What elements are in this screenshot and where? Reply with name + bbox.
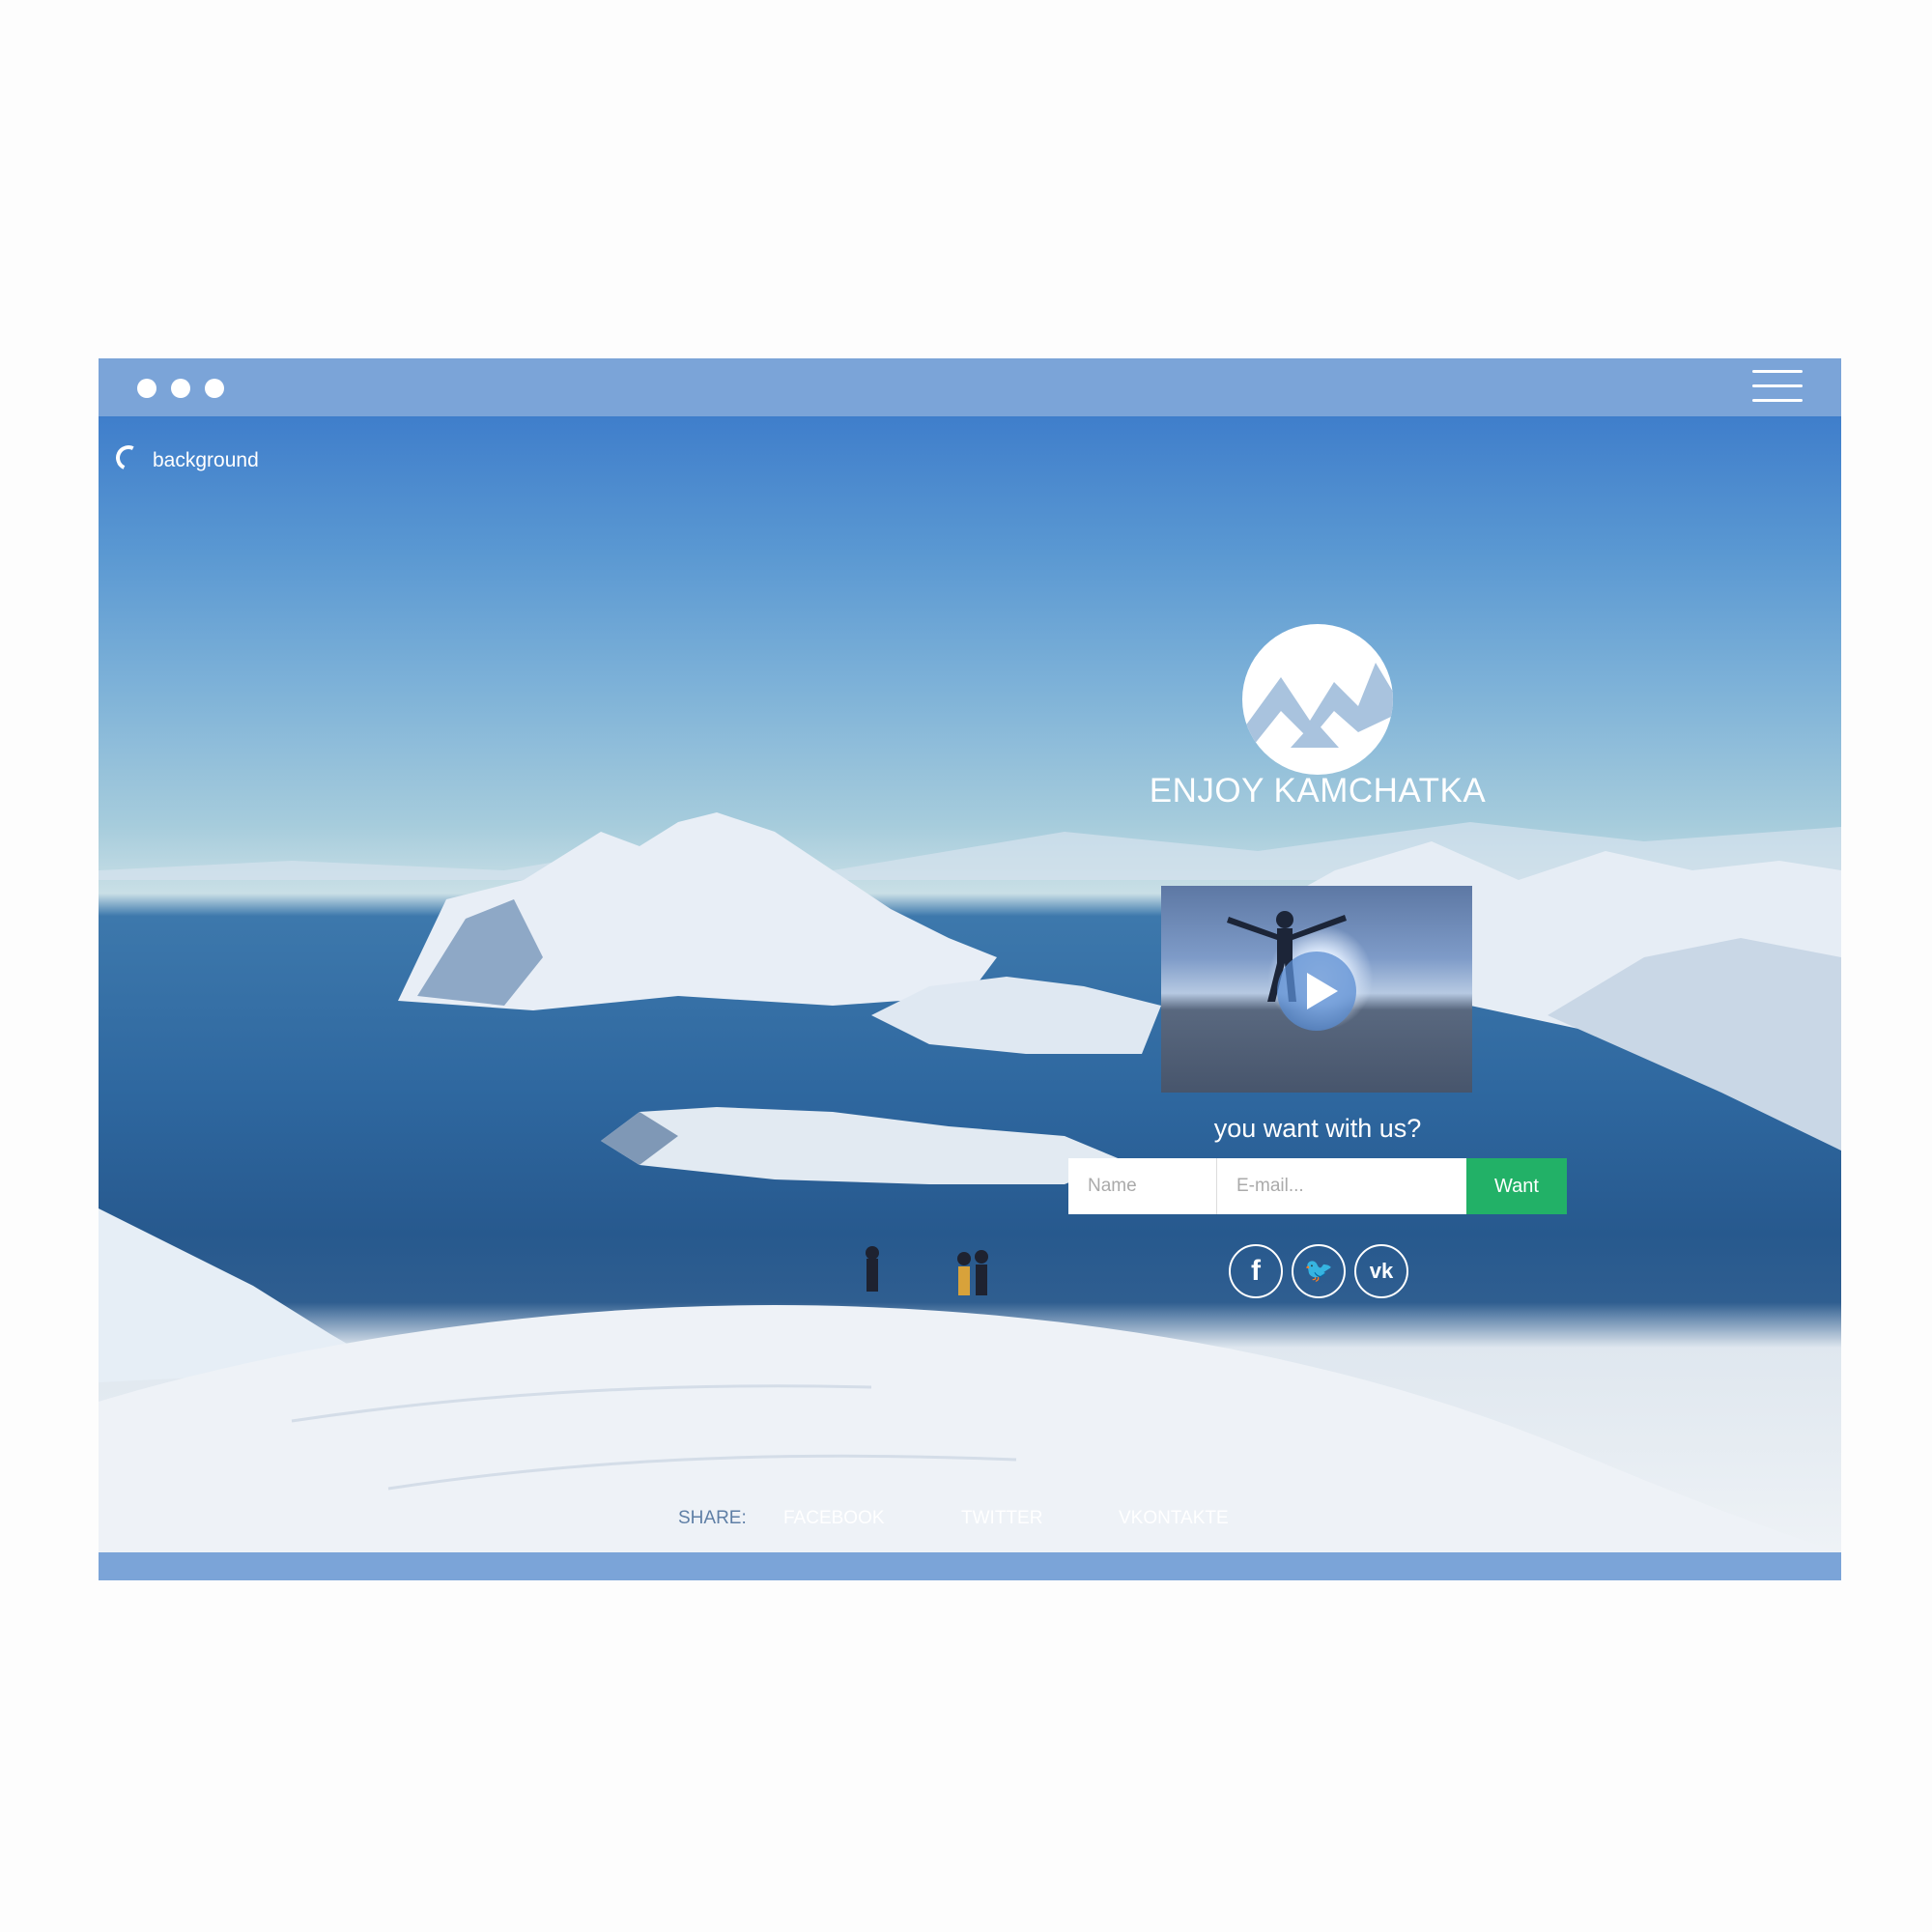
title-bar — [99, 358, 1841, 416]
background-label: background — [153, 449, 259, 471]
facebook-icon[interactable]: f — [1229, 1244, 1283, 1298]
hero-background: background ENJOY KAMCHATKA you want with… — [99, 416, 1841, 1552]
background-toggle[interactable]: background — [112, 441, 259, 474]
share-label: SHARE: — [678, 1508, 747, 1528]
play-icon[interactable] — [1277, 952, 1356, 1031]
landscape-illustration — [99, 812, 1841, 1552]
window-control-dot[interactable] — [205, 379, 224, 398]
vk-icon[interactable]: vk — [1354, 1244, 1408, 1298]
share-twitter-link[interactable]: TWITTER — [961, 1508, 1042, 1529]
mountain-logo-icon — [1242, 624, 1393, 775]
email-input[interactable] — [1217, 1158, 1466, 1214]
menu-icon[interactable] — [1752, 370, 1803, 403]
share-vkontakte-link[interactable]: VKONTAKTE — [1119, 1508, 1229, 1529]
signup-form: Want — [1068, 1158, 1567, 1214]
name-input[interactable] — [1068, 1158, 1217, 1214]
page-title: ENJOY KAMCHATKA — [1149, 772, 1487, 810]
window-control-dot[interactable] — [171, 379, 190, 398]
share-facebook-link[interactable]: FACEBOOK — [783, 1508, 885, 1529]
video-thumbnail[interactable] — [1161, 886, 1472, 1093]
want-button[interactable]: Want — [1466, 1158, 1567, 1214]
loading-icon — [112, 441, 145, 474]
signup-question: you want with us? — [1213, 1114, 1422, 1143]
window-footer-bar — [99, 1552, 1841, 1580]
twitter-icon[interactable]: 🐦 — [1292, 1244, 1346, 1298]
browser-window: background ENJOY KAMCHATKA you want with… — [99, 358, 1841, 1580]
window-control-dot[interactable] — [137, 379, 156, 398]
